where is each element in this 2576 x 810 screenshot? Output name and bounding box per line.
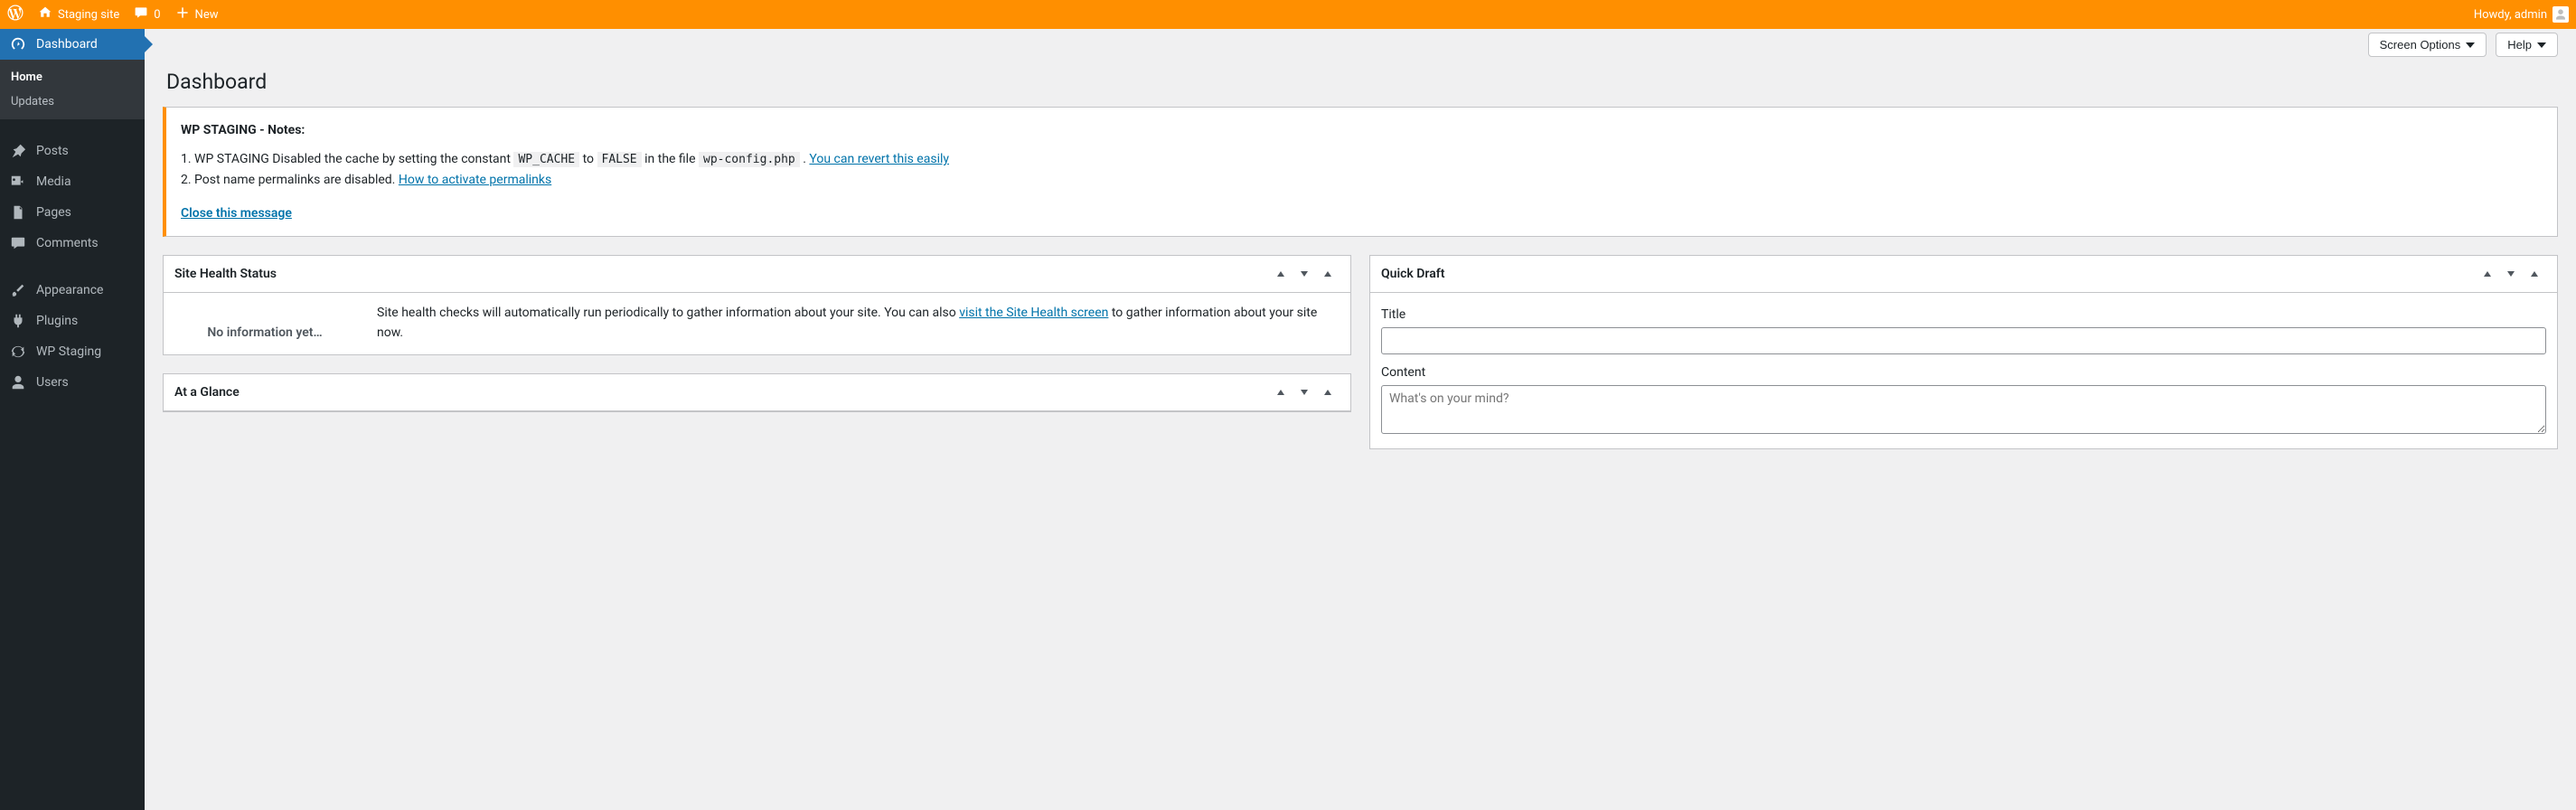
sidebar-item-appearance[interactable]: Appearance	[0, 275, 145, 306]
sidebar-item-media[interactable]: Media	[0, 166, 145, 197]
widget-title: Quick Draft	[1381, 267, 2476, 281]
adminbar-wp-logo[interactable]	[7, 5, 24, 24]
admin-sidebar: Dashboard Home Updates Posts Media Pages	[0, 29, 145, 810]
chevron-down-icon	[2537, 42, 2546, 48]
revert-link[interactable]: You can revert this easily	[809, 152, 949, 166]
permalinks-link[interactable]: How to activate permalinks	[399, 173, 551, 187]
page-title: Dashboard	[163, 57, 2558, 107]
site-health-description: Site health checks will automatically ru…	[377, 304, 1340, 343]
help-label: Help	[2507, 38, 2532, 52]
chevron-down-icon	[1301, 271, 1308, 277]
sidebar-item-users[interactable]: Users	[0, 367, 145, 398]
sidebar-item-label: Appearance	[36, 283, 103, 297]
home-icon	[38, 5, 52, 24]
close-notice-link[interactable]: Close this message	[181, 203, 292, 223]
sidebar-item-label: Posts	[36, 144, 69, 158]
adminbar-site-name: Staging site	[58, 8, 119, 22]
plus-icon	[175, 5, 190, 24]
move-up-button[interactable]	[2476, 265, 2499, 283]
code-wp-cache: WP_CACHE	[513, 152, 579, 167]
sidebar-subitem-home[interactable]: Home	[0, 65, 145, 89]
media-icon	[9, 174, 27, 190]
sidebar-item-pages[interactable]: Pages	[0, 197, 145, 228]
main-content: Screen Options Help Dashboard WP STAGING…	[145, 29, 2576, 810]
adminbar-new[interactable]: New	[175, 5, 219, 24]
sidebar-item-label: Dashboard	[36, 37, 98, 52]
move-down-button[interactable]	[1293, 383, 1316, 401]
widget-quick-draft: Quick Draft Title Content	[1369, 255, 2558, 449]
sidebar-subitem-updates[interactable]: Updates	[0, 89, 145, 114]
comment-icon	[134, 5, 148, 24]
code-false: FALSE	[597, 152, 642, 167]
chevron-up-icon	[2484, 271, 2491, 277]
sidebar-item-comments[interactable]: Comments	[0, 228, 145, 259]
dashboard-icon	[9, 36, 27, 52]
sidebar-item-wp-staging[interactable]: WP Staging	[0, 336, 145, 367]
notice-item-2: Post name permalinks are disabled. How t…	[181, 170, 2543, 190]
sidebar-item-label: Comments	[36, 236, 99, 250]
move-up-button[interactable]	[1269, 265, 1293, 283]
sidebar-item-label: Users	[36, 375, 69, 390]
toggle-button[interactable]	[2523, 265, 2546, 283]
adminbar-site-link[interactable]: Staging site	[38, 5, 119, 24]
sidebar-item-label: Media	[36, 174, 71, 189]
pin-icon	[9, 143, 27, 159]
adminbar-new-label: New	[195, 8, 219, 22]
chevron-down-icon	[1301, 390, 1308, 395]
widget-title: Site Health Status	[174, 267, 1269, 281]
wordpress-icon	[7, 5, 24, 24]
chevron-down-icon	[2507, 271, 2515, 277]
sidebar-item-dashboard[interactable]: Dashboard	[0, 29, 145, 60]
sidebar-item-label: WP Staging	[36, 344, 101, 359]
widget-at-a-glance: At a Glance	[163, 373, 1351, 412]
quick-draft-content-label: Content	[1381, 365, 2546, 380]
caret-up-icon	[1324, 271, 1331, 277]
sidebar-item-label: Plugins	[36, 314, 78, 328]
chevron-down-icon	[2466, 42, 2475, 48]
screen-options-button[interactable]: Screen Options	[2368, 33, 2487, 57]
notice-item-1: WP STAGING Disabled the cache by setting…	[181, 149, 2543, 170]
chevron-up-icon	[1277, 390, 1284, 395]
avatar	[2552, 6, 2569, 23]
widget-site-health: Site Health Status No information yet… S…	[163, 255, 1351, 355]
brush-icon	[9, 282, 27, 298]
wp-staging-notice: WP STAGING - Notes: WP STAGING Disabled …	[163, 107, 2558, 237]
plug-icon	[9, 313, 27, 329]
toggle-button[interactable]	[1316, 383, 1340, 401]
site-health-screen-link[interactable]: visit the Site Health screen	[959, 306, 1108, 320]
code-wp-config: wp-config.php	[699, 152, 800, 167]
move-down-button[interactable]	[2499, 265, 2523, 283]
caret-up-icon	[1324, 390, 1331, 395]
adminbar-comment-count: 0	[154, 8, 160, 22]
site-health-status: No information yet…	[174, 304, 355, 344]
screen-meta-links: Screen Options Help	[163, 29, 2558, 57]
move-down-button[interactable]	[1293, 265, 1316, 283]
adminbar-user-menu[interactable]: Howdy, admin	[2474, 6, 2569, 23]
refresh-icon	[9, 344, 27, 360]
sidebar-item-label: Pages	[36, 205, 71, 220]
quick-draft-title-input[interactable]	[1381, 327, 2546, 354]
sidebar-item-plugins[interactable]: Plugins	[0, 306, 145, 336]
toggle-button[interactable]	[1316, 265, 1340, 283]
page-icon	[9, 204, 27, 221]
screen-options-label: Screen Options	[2380, 38, 2461, 52]
move-up-button[interactable]	[1269, 383, 1293, 401]
comment-icon	[9, 235, 27, 251]
adminbar-comments[interactable]: 0	[134, 5, 160, 24]
widget-title: At a Glance	[174, 385, 1269, 400]
quick-draft-title-label: Title	[1381, 307, 2546, 322]
sidebar-submenu-dashboard: Home Updates	[0, 60, 145, 119]
chevron-up-icon	[1277, 271, 1284, 277]
admin-bar: Staging site 0 New Howdy, admin	[0, 0, 2576, 29]
caret-up-icon	[2531, 271, 2538, 277]
user-icon	[9, 374, 27, 391]
help-button[interactable]: Help	[2496, 33, 2558, 57]
notice-heading: WP STAGING - Notes:	[181, 123, 305, 137]
sidebar-item-posts[interactable]: Posts	[0, 136, 145, 166]
adminbar-howdy: Howdy, admin	[2474, 8, 2547, 22]
quick-draft-content-textarea[interactable]	[1381, 385, 2546, 434]
